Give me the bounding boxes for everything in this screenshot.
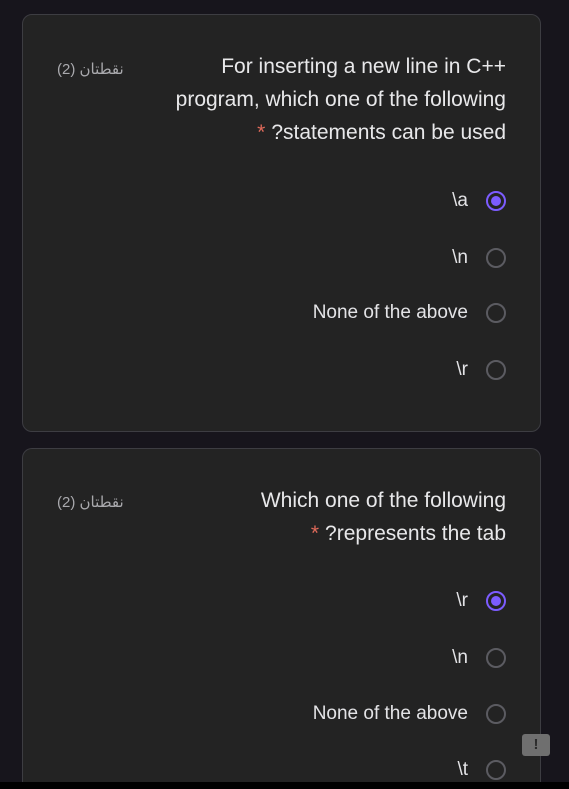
radio-button-checked[interactable]: [486, 591, 506, 611]
question-line-3: * ?statements can be used: [176, 116, 506, 149]
radio-button[interactable]: [486, 360, 506, 380]
radio-button[interactable]: [486, 248, 506, 268]
question-line-2-text: ?represents the tab: [325, 522, 506, 545]
question-line-2: program, which one of the following: [175, 88, 506, 111]
question-card-1: نقطتان (2) For inserting a new line in C…: [22, 14, 541, 432]
option-label: \r: [456, 359, 468, 380]
radio-button[interactable]: [486, 704, 506, 724]
option-label: \t: [457, 759, 468, 780]
option-label: \n: [452, 647, 468, 668]
radio-button[interactable]: [486, 648, 506, 668]
option-none[interactable]: None of the above: [313, 302, 506, 324]
option-n[interactable]: \n: [452, 647, 506, 669]
question-points: نقطتان (2): [57, 494, 124, 511]
option-label: \n: [452, 247, 468, 268]
option-label: None of the above: [312, 302, 468, 323]
option-a[interactable]: \a: [452, 190, 506, 212]
form-page: نقطتان (2) For inserting a new line in C…: [0, 0, 569, 789]
question-title: Which one of the following * ?represents …: [261, 484, 506, 550]
option-r[interactable]: \r: [456, 359, 506, 381]
option-r[interactable]: \r: [456, 590, 506, 612]
required-asterisk: *: [257, 121, 266, 144]
report-icon[interactable]: !: [522, 734, 550, 756]
bottom-bar: [0, 782, 569, 789]
question-points: نقطتان (2): [57, 61, 124, 78]
radio-button-checked[interactable]: [486, 191, 506, 211]
question-line-2: * ?represents the tab: [261, 517, 506, 550]
radio-button[interactable]: [486, 760, 506, 780]
radio-button[interactable]: [486, 303, 506, 323]
question-line-3-text: ?statements can be used: [271, 121, 506, 144]
option-n[interactable]: \n: [452, 247, 506, 269]
option-t[interactable]: \t: [457, 759, 506, 781]
option-label: \r: [456, 590, 468, 611]
question-line-1: For inserting a new line in C++: [221, 55, 506, 78]
required-asterisk: *: [310, 522, 320, 545]
question-line-1: Which one of the following: [260, 489, 506, 512]
question-card-2: نقطتان (2) Which one of the following *?…: [22, 448, 541, 789]
option-none[interactable]: None of the above: [313, 703, 506, 725]
option-label: \a: [452, 190, 468, 211]
question-title: For inserting a new line in C++ program,…: [176, 50, 506, 149]
option-label: None of the above: [312, 703, 468, 724]
